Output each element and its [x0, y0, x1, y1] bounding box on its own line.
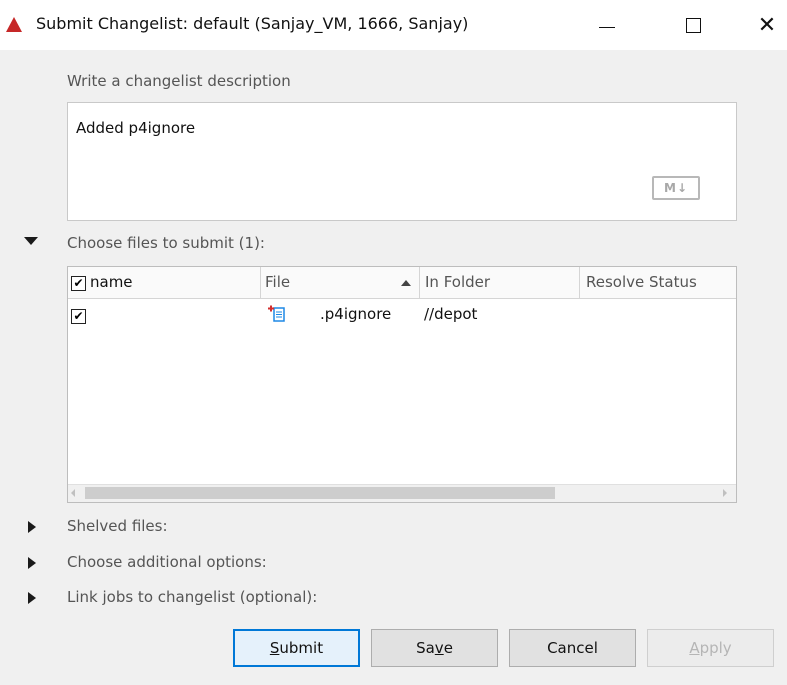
title-bar: Submit Changelist: default (Sanjay_VM, 1…	[0, 0, 787, 50]
column-divider[interactable]	[579, 267, 580, 298]
horizontal-scrollbar[interactable]	[68, 484, 736, 502]
description-text[interactable]: Added p4ignore	[76, 119, 195, 137]
cancel-button[interactable]: Cancel	[509, 629, 636, 667]
sort-ascending-icon	[401, 280, 411, 286]
apply-button[interactable]: Apply	[647, 629, 774, 667]
select-all-checkbox[interactable]: ✔	[71, 276, 86, 291]
column-header-resolve-status[interactable]: Resolve Status	[586, 267, 697, 298]
save-mnemonic: v	[434, 639, 444, 657]
apply-mnemonic: A	[689, 639, 700, 657]
column-divider[interactable]	[419, 267, 420, 298]
close-button[interactable]: ✕	[744, 0, 787, 50]
window-title: Submit Changelist: default (Sanjay_VM, 1…	[36, 14, 469, 33]
file-add-icon	[268, 305, 285, 322]
minimize-button[interactable]	[584, 0, 630, 50]
scroll-right-icon[interactable]	[723, 489, 727, 497]
description-label: Write a changelist description	[67, 72, 291, 90]
row-folder: //depot	[424, 305, 478, 323]
column-header-name[interactable]: name	[90, 267, 133, 298]
scrollbar-thumb[interactable]	[85, 487, 555, 499]
close-icon: ✕	[757, 12, 777, 38]
apply-label-rest: pply	[699, 639, 732, 657]
table-row[interactable]: ✔ .p4ignore //depot	[68, 301, 736, 327]
description-textarea[interactable]: Added p4ignore M↓	[67, 102, 737, 221]
minimize-icon	[599, 26, 615, 28]
link-jobs-label[interactable]: Link jobs to changelist (optional):	[67, 588, 317, 606]
column-divider[interactable]	[260, 267, 261, 298]
options-expand-icon[interactable]	[28, 557, 36, 569]
shelved-expand-icon[interactable]	[28, 521, 36, 533]
row-file-name: .p4ignore	[320, 305, 392, 323]
column-header-in-folder[interactable]: In Folder	[425, 267, 490, 298]
table-header: ✔ name File In Folder Resolve Status	[68, 267, 736, 299]
files-section-collapse-icon[interactable]	[24, 237, 38, 245]
column-header-file[interactable]: File	[265, 267, 290, 298]
scroll-left-icon[interactable]	[71, 489, 75, 497]
files-table: ✔ name File In Folder Resolve Status ✔ .…	[67, 266, 737, 503]
save-label-post: e	[443, 639, 453, 657]
files-section-label: Choose files to submit (1):	[67, 234, 265, 252]
app-logo-icon	[6, 17, 22, 32]
submit-button[interactable]: Submit	[233, 629, 360, 667]
shelved-files-label[interactable]: Shelved files:	[67, 517, 168, 535]
maximize-button[interactable]	[670, 0, 716, 50]
submit-label-rest: ubmit	[279, 639, 324, 657]
row-checkbox[interactable]: ✔	[71, 309, 86, 324]
jobs-expand-icon[interactable]	[28, 592, 36, 604]
additional-options-label[interactable]: Choose additional options:	[67, 553, 267, 571]
save-button[interactable]: Sa v e	[371, 629, 498, 667]
submit-mnemonic: S	[269, 639, 280, 657]
markdown-icon[interactable]: M↓	[652, 176, 700, 200]
maximize-icon	[685, 17, 701, 33]
save-label-pre: Sa	[416, 639, 435, 657]
